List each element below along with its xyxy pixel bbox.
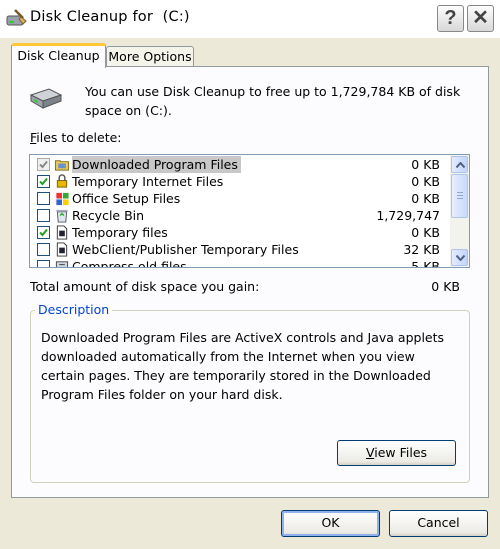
file-size: 1,729,747 <box>376 208 440 223</box>
file-size: 5 KB <box>411 259 440 268</box>
file-checkbox[interactable] <box>37 243 50 256</box>
files-label-rest: iles to delete: <box>36 130 122 145</box>
office-icon <box>56 192 69 206</box>
file-list-item[interactable]: Office Setup Files 0 KB <box>30 190 450 207</box>
description-legend: Description <box>35 302 113 317</box>
scroll-thumb-grip <box>457 195 463 196</box>
file-checkbox[interactable] <box>37 209 50 222</box>
scroll-thumb[interactable] <box>451 174 468 218</box>
total-space-label: Total amount of disk space you gain: <box>30 279 260 294</box>
checkmark-icon <box>39 160 48 169</box>
disk-cleanup-window: Disk Cleanup for (C:) ? ✕ More Options D… <box>0 0 500 549</box>
chevron-down-icon <box>456 255 465 261</box>
file-name: Compress old files <box>72 259 187 268</box>
file-list-item[interactable]: Compress old files 5 KB <box>30 258 450 268</box>
lock-icon <box>56 174 68 188</box>
file-checkbox[interactable] <box>37 226 50 239</box>
file-size: 32 KB <box>403 242 440 257</box>
file-size: 0 KB <box>411 191 440 206</box>
file-list-item[interactable]: WebClient/Publisher Temporary Files 32 KB <box>30 241 450 258</box>
file-size: 0 KB <box>411 157 440 172</box>
tab-disk-cleanup[interactable]: Disk Cleanup <box>11 43 106 68</box>
file-name: Temporary files <box>72 225 168 240</box>
description-text: Downloaded Program Files are ActiveX con… <box>41 330 445 402</box>
file-checkbox[interactable] <box>37 158 50 171</box>
files-to-delete-label: Files to delete: <box>30 130 122 145</box>
document-icon <box>56 242 68 257</box>
document-icon <box>56 225 68 240</box>
file-name: Recycle Bin <box>72 208 145 223</box>
file-checkbox[interactable] <box>37 260 50 267</box>
hard-drive-icon <box>29 88 63 109</box>
file-name: Downloaded Program Files <box>72 156 241 173</box>
view-files-mnemonic: V <box>365 445 375 460</box>
total-space-value: 0 KB <box>431 279 460 294</box>
disk-cleanup-icon <box>6 9 27 26</box>
file-list-item[interactable]: Temporary files 0 KB <box>30 224 450 241</box>
list-scrollbar[interactable] <box>450 155 469 267</box>
file-list-item[interactable]: Temporary Internet Files 0 KB <box>30 173 450 190</box>
scroll-thumb-grip <box>457 192 463 193</box>
folder-icon <box>54 160 70 171</box>
scroll-up-button[interactable] <box>451 156 468 173</box>
file-name: WebClient/Publisher Temporary Files <box>72 242 299 257</box>
close-button[interactable]: ✕ <box>467 5 494 32</box>
file-checkbox[interactable] <box>37 175 50 188</box>
help-icon: ? <box>444 7 457 29</box>
help-button[interactable]: ? <box>437 5 464 32</box>
scroll-thumb-grip <box>457 198 463 199</box>
cancel-button[interactable]: Cancel <box>389 510 488 537</box>
file-list-item[interactable]: Recycle Bin 1,729,747 <box>30 207 450 224</box>
intro-text: You can use Disk Cleanup to free up to 1… <box>85 84 461 118</box>
checkmark-icon <box>39 177 48 186</box>
file-list-item[interactable]: Downloaded Program Files 0 KB <box>30 156 450 173</box>
view-files-button[interactable]: View Files <box>337 440 456 466</box>
file-checkbox[interactable] <box>37 192 50 205</box>
checkmark-icon <box>39 228 48 237</box>
files-list[interactable]: Downloaded Program Files 0 KB Temporary In… <box>29 154 470 268</box>
file-name: Office Setup Files <box>72 191 181 206</box>
ok-button[interactable]: OK <box>281 510 380 537</box>
compress-icon <box>55 261 69 267</box>
scroll-down-button[interactable] <box>451 249 468 266</box>
chevron-up-icon <box>456 162 465 168</box>
file-size: 0 KB <box>411 225 440 240</box>
file-name: Temporary Internet Files <box>72 174 224 189</box>
close-icon: ✕ <box>472 7 489 29</box>
window-title: Disk Cleanup for (C:) <box>30 9 190 25</box>
view-files-label: iew Files <box>374 445 428 460</box>
title-bar[interactable]: Disk Cleanup for (C:) ? ✕ <box>0 0 500 38</box>
file-size: 0 KB <box>411 174 440 189</box>
recycle-bin-icon <box>56 209 68 223</box>
tab-more-options[interactable]: More Options <box>106 46 194 67</box>
